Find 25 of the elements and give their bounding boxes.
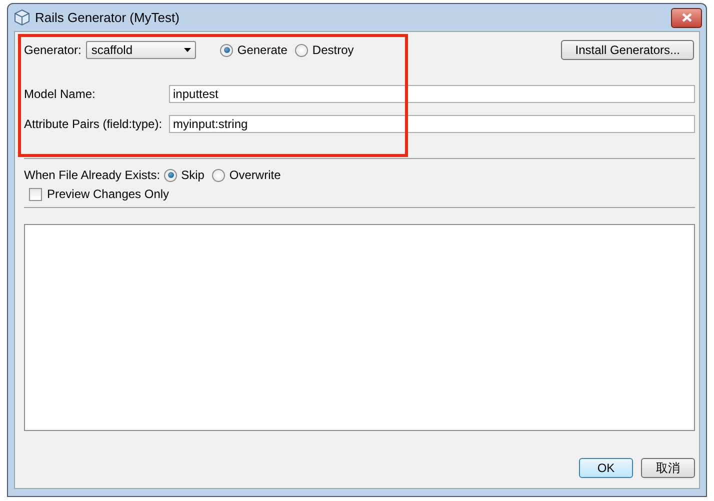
radio-button[interactable] <box>212 168 226 182</box>
dialog-button[interactable]: OK <box>579 458 633 478</box>
install-generators-button[interactable]: Install Generators... <box>561 40 694 60</box>
radio-button[interactable] <box>295 44 308 56</box>
attribute-pairs-label: Attribute Pairs (field:type): <box>24 117 164 131</box>
radio-label: Destroy <box>312 43 354 57</box>
close-icon <box>682 13 692 22</box>
dialog-button[interactable]: 取消 <box>641 458 695 478</box>
file-exists-label: When File Already Exists: <box>24 168 160 182</box>
radio-label: Skip <box>181 168 204 182</box>
generator-dropdown[interactable]: scaffold <box>86 41 196 59</box>
radio-label: Overwrite <box>229 168 281 182</box>
caret-icon <box>184 48 192 52</box>
model-name-field[interactable]: inputtest <box>169 85 695 103</box>
attribute-pairs-field[interactable]: myinput:string <box>169 115 695 133</box>
close-button[interactable] <box>671 8 702 28</box>
radio-button[interactable] <box>164 168 178 182</box>
checkbox-label: Preview Changes Only <box>47 187 170 201</box>
model-name-label: Model Name: <box>24 87 96 101</box>
cube-icon <box>14 9 30 26</box>
checkbox[interactable] <box>29 188 42 200</box>
generator-label: Generator: <box>24 43 82 57</box>
window-title: Rails Generator (MyTest) <box>35 10 180 25</box>
radio-button[interactable] <box>220 44 234 56</box>
radio-label: Generate <box>237 43 288 57</box>
